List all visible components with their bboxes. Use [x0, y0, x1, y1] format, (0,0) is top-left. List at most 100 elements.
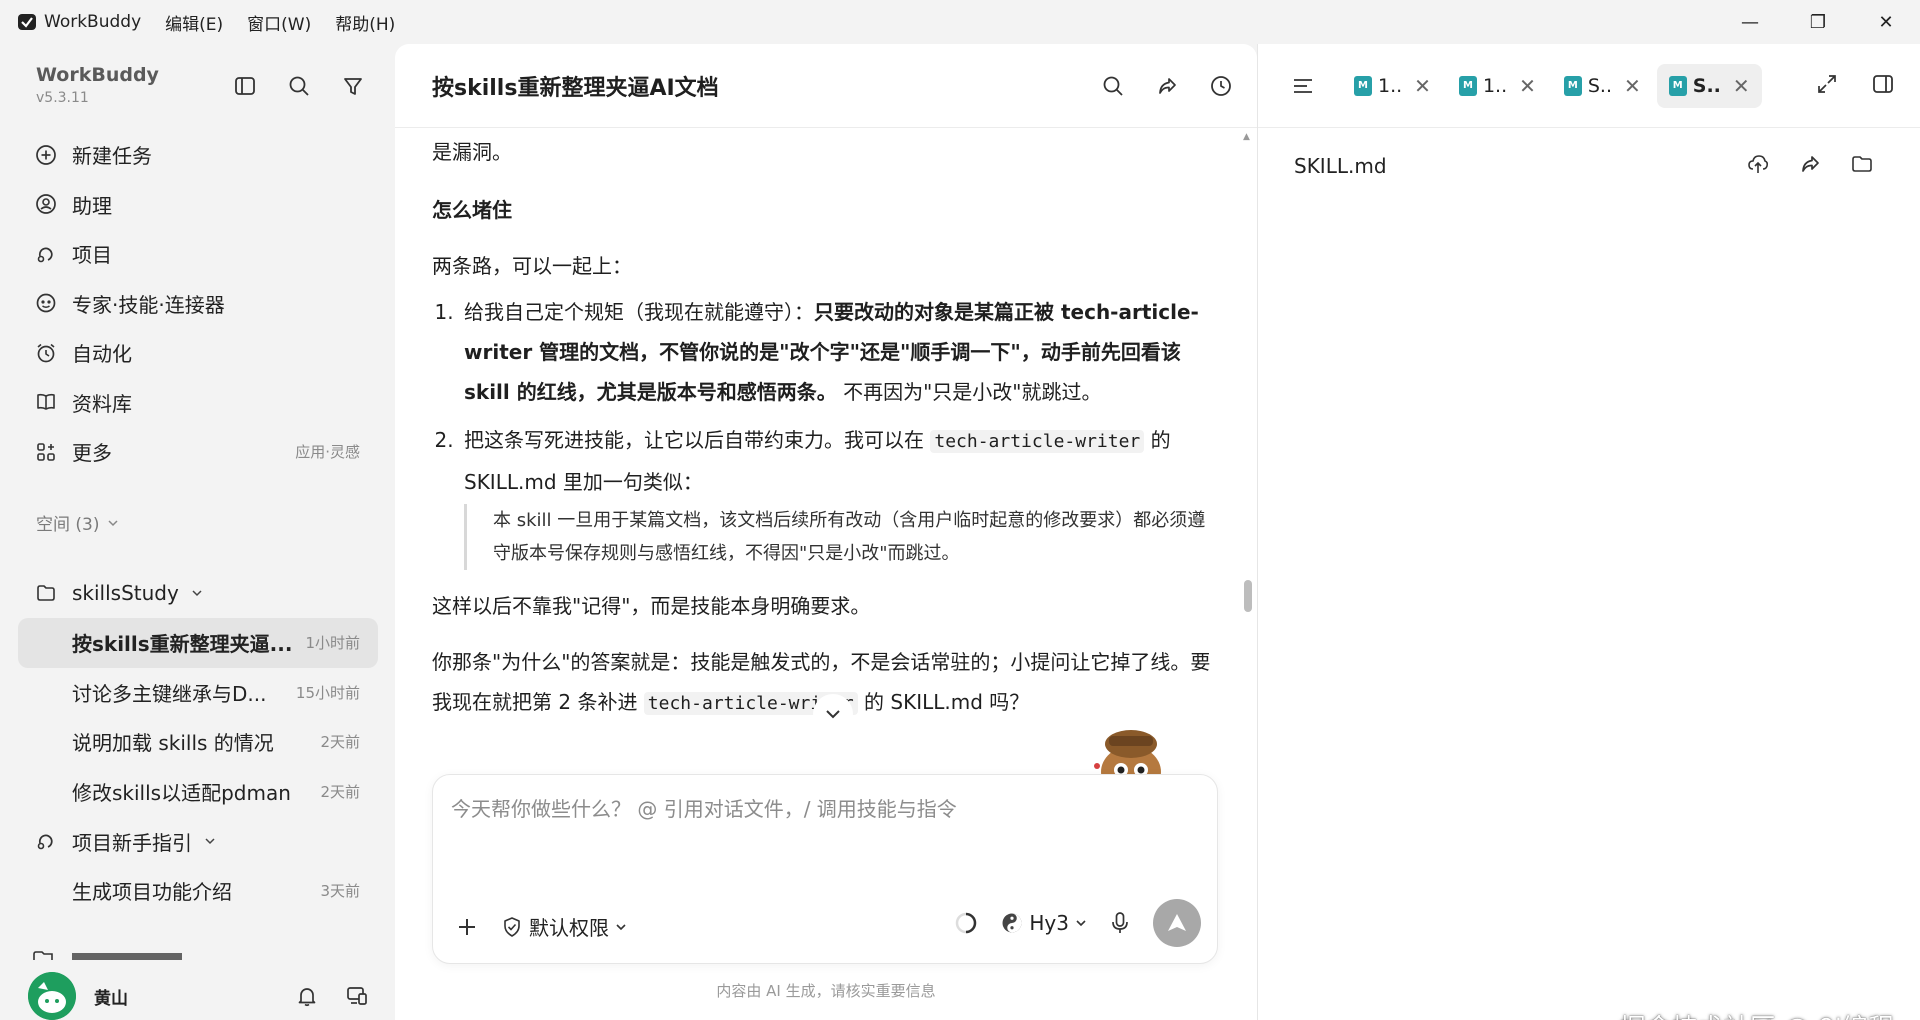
nav-label: 自动化 — [72, 342, 132, 367]
grid-icon — [34, 440, 58, 464]
sidebar-footer: 黄山 — [0, 972, 395, 1020]
avatar[interactable] — [28, 972, 76, 1020]
filter-icon[interactable] — [339, 72, 367, 100]
nav-label: 项目 — [72, 243, 112, 268]
folder-onboarding[interactable]: 项目新手指引 — [18, 816, 378, 866]
share-icon[interactable] — [1798, 152, 1822, 176]
list-item: 把这条写死进技能，让它以后自带约束力。我可以在 tech-article-wri… — [460, 420, 1222, 570]
chat-header: 按skills重新整理夹逼AI文档 — [395, 44, 1257, 128]
menu-help[interactable]: 帮助(H) — [335, 10, 395, 35]
nav-label: 助理 — [72, 193, 112, 218]
assistant-icon — [34, 192, 58, 216]
thread-title: 讨论多主键继承与D... — [72, 681, 267, 706]
book-icon — [34, 390, 58, 414]
model-selector[interactable]: Hy3 — [1001, 911, 1087, 935]
bell-icon[interactable] — [295, 984, 319, 1008]
shield-check-icon — [501, 916, 523, 938]
nav-assistant[interactable]: 助理 — [18, 180, 378, 230]
microphone-icon[interactable] — [1109, 911, 1131, 935]
sidebar-header: WorkBuddy v5.3.11 — [36, 64, 159, 106]
close-tab-icon[interactable]: ✕ — [1414, 74, 1431, 98]
upload-icon[interactable] — [1746, 152, 1770, 176]
thread-title: 按skills重新整理夹逼... — [72, 632, 292, 657]
file-tab[interactable]: M 1.. ✕ — [1342, 64, 1443, 108]
close-window-button[interactable]: ✕ — [1852, 0, 1920, 44]
permission-label: 默认权限 — [529, 916, 609, 940]
thread-time: 1小时前 — [305, 634, 360, 653]
send-button[interactable] — [1153, 899, 1201, 947]
file-panel: M 1.. ✕ M 1.. ✕ M S.. ✕ M S.. ✕ SKILL.md… — [1257, 44, 1920, 1020]
search-icon[interactable] — [1099, 72, 1127, 100]
menu-edit[interactable]: 编辑(E) — [165, 10, 223, 35]
nav-label: 专家·技能·连接器 — [72, 292, 225, 317]
list-item-text: 不再因为"只是小改"就跳过。 — [836, 380, 1102, 404]
nav-label: 新建任务 — [72, 144, 152, 169]
sidebar-app-name: WorkBuddy — [36, 64, 159, 86]
list-item-text: 把这条写死进技能，让它以后自带约束力。我可以在 — [464, 428, 931, 452]
close-tab-icon[interactable]: ✕ — [1624, 74, 1641, 98]
devices-icon[interactable] — [345, 984, 369, 1008]
thread-time: 2天前 — [320, 782, 360, 801]
menu-window[interactable]: 窗口(W) — [247, 10, 311, 35]
folder-icon[interactable] — [1850, 152, 1874, 176]
thread-item[interactable]: 说明加载 skills 的情况 2天前 — [18, 717, 378, 767]
file-tab[interactable]: M S.. ✕ — [1552, 64, 1653, 108]
add-attachment-icon[interactable] — [455, 915, 479, 939]
thread-title: 生成项目功能介绍 — [72, 880, 232, 905]
chat-input-placeholder[interactable]: 今天帮你做些什么？ @ 引用对话文件，/ 调用技能与指令 — [451, 793, 957, 822]
scroll-up-arrow-icon[interactable]: ▲ — [1243, 132, 1250, 142]
close-tab-icon[interactable]: ✕ — [1519, 74, 1536, 98]
chat-input-box[interactable]: 今天帮你做些什么？ @ 引用对话文件，/ 调用技能与指令 默认权限 Hy3 — [432, 774, 1218, 964]
history-icon[interactable] — [1207, 72, 1235, 100]
app-logo-icon — [16, 11, 38, 33]
thread-title: 修改skills以适配pdman.... — [72, 780, 292, 805]
model-logo-icon — [1001, 912, 1023, 934]
nav-project[interactable]: 项目 — [18, 229, 378, 279]
folder-label: skillsStudy — [72, 581, 179, 605]
plus-circle-icon — [34, 143, 58, 167]
folder-icon — [34, 581, 58, 605]
chevron-down-icon — [107, 517, 119, 529]
search-icon[interactable] — [285, 72, 313, 100]
app-version: v5.3.11 — [36, 90, 89, 106]
nav-more[interactable]: 更多 应用·灵感 — [18, 427, 378, 477]
list-item: 给我自己定个规矩（我现在就能遵守）：只要改动的对象是某篇正被 tech-arti… — [460, 292, 1222, 412]
thread-item[interactable]: 讨论多主键继承与D... 15小时前 — [18, 668, 378, 718]
expand-icon[interactable] — [1815, 72, 1839, 96]
menu-icon[interactable] — [1288, 71, 1318, 101]
chat-panel: 按skills重新整理夹逼AI文档 是漏洞。 怎么堵住 两条路，可以一起上： 给… — [395, 44, 1257, 1020]
sidebar-nav: 新建任务 助理 项目 专家·技能·连接器 自动化 资料库 更多 应用·灵感 — [18, 130, 378, 477]
share-icon[interactable] — [1153, 72, 1181, 100]
file-tab[interactable]: M 1.. ✕ — [1447, 64, 1548, 108]
message-text: 的 SKILL.md 吗？ — [857, 690, 1030, 714]
nav-experts[interactable]: 专家·技能·连接器 — [18, 279, 378, 329]
thread-item[interactable]: 生成项目功能介绍 3天前 — [18, 866, 378, 916]
thread-item[interactable]: 按skills重新整理夹逼... 1小时前 — [18, 618, 378, 668]
permission-selector[interactable]: 默认权限 — [501, 912, 627, 941]
nav-automation[interactable]: 自动化 — [18, 328, 378, 378]
page-title: 按skills重新整理夹逼AI文档 — [432, 75, 719, 101]
file-tabs: M 1.. ✕ M 1.. ✕ M S.. ✕ M S.. ✕ — [1258, 44, 1920, 128]
space-header-label: 空间 (3) — [36, 515, 100, 535]
panel-toggle-icon[interactable] — [1871, 72, 1895, 96]
nav-library[interactable]: 资料库 — [18, 378, 378, 428]
maximize-button[interactable]: ❐ — [1784, 0, 1852, 44]
user-name: 黄山 — [94, 988, 128, 1009]
thread-title: 说明加载 skills 的情况 — [72, 731, 274, 756]
close-tab-icon[interactable]: ✕ — [1733, 74, 1750, 98]
folder-skillsstudy[interactable]: skillsStudy — [18, 568, 378, 618]
thread-time: 2天前 — [320, 733, 360, 752]
message-paragraph: 两条路，可以一起上： — [432, 254, 632, 278]
file-name: SKILL.md — [1294, 154, 1387, 178]
file-tab-active[interactable]: M S.. ✕ — [1656, 63, 1762, 108]
thread-item[interactable]: 修改skills以适配pdman.... 2天前 — [18, 767, 378, 817]
space-header[interactable]: 空间 (3) — [36, 510, 119, 535]
toggle-sidebar-icon[interactable] — [231, 72, 259, 100]
minimize-button[interactable]: — — [1716, 0, 1784, 44]
loading-spinner-icon — [953, 910, 979, 936]
nav-label: 更多 — [72, 441, 112, 466]
chevron-down-icon — [1075, 917, 1087, 929]
scrollbar-thumb[interactable] — [1244, 580, 1252, 612]
scroll-to-bottom-button[interactable] — [813, 694, 853, 734]
nav-new-task[interactable]: 新建任务 — [18, 130, 378, 180]
